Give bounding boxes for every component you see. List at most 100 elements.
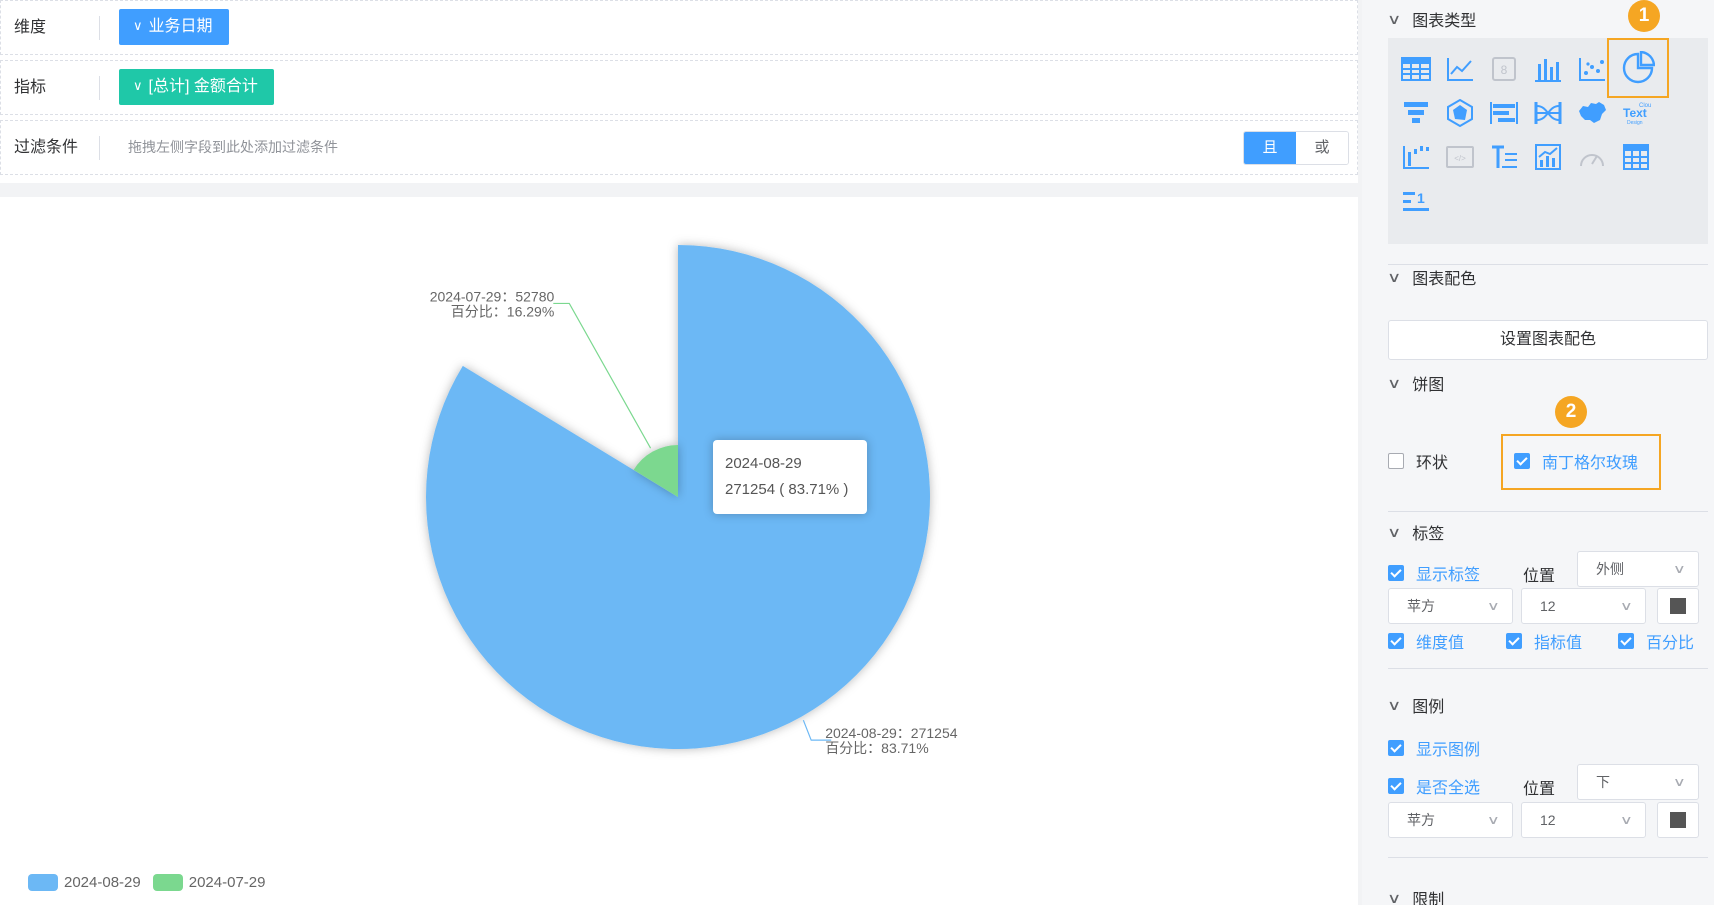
dimension-pill[interactable]: ∨ 业务日期 (119, 9, 229, 45)
chart-type-header[interactable]: ∨ 图表类型 (1387, 7, 1476, 31)
color-swatch (1670, 812, 1686, 828)
nightingale-rose-checkbox[interactable]: 南丁格尔玫瑰 (1514, 449, 1638, 473)
field-separator (99, 16, 100, 40)
bar-chart-icon[interactable] (1526, 47, 1570, 91)
chevron-down-icon: ∨ (1673, 562, 1687, 576)
svg-text:</>: </> (1454, 154, 1466, 163)
label-font-select[interactable]: 苹方 ∨ (1388, 588, 1513, 624)
metric-value-checkbox[interactable]: 指标值 (1506, 629, 1582, 653)
label-position-value: 外侧 (1596, 561, 1624, 577)
checkbox-box (1388, 453, 1404, 469)
chart-legend: 2024-08-29 2024-07-29 (28, 874, 277, 891)
area-icon[interactable] (1526, 135, 1570, 179)
filter-placeholder: 拖拽左侧字段到此处添加过滤条件 (128, 139, 338, 155)
limit-title: 限制 (1412, 892, 1445, 905)
pie-chart-icon[interactable] (1607, 38, 1669, 98)
chevron-down-icon: ∨ (1386, 268, 1402, 285)
step-badge-2: 2 (1555, 396, 1587, 428)
chevron-down-icon: ∨ (1487, 599, 1501, 613)
rose-label: 南丁格尔玫瑰 (1542, 455, 1639, 472)
map-icon[interactable] (1570, 91, 1614, 135)
label-size-select[interactable]: 12 ∨ (1521, 588, 1646, 624)
percent-label: 百分比 (1646, 635, 1695, 652)
legend-item[interactable]: 2024-08-29 (28, 874, 141, 891)
legend-header[interactable]: ∨ 图例 (1386, 693, 1445, 717)
pie-header[interactable]: ∨ 饼图 (1386, 371, 1444, 395)
pie-chart: 2024-08-29：271254百分比：83.71% 2024-07-29：52… (426, 245, 958, 756)
chevron-down-icon: ∨ (133, 18, 143, 33)
logic-toggle: 且 或 (1243, 131, 1349, 165)
dimension-label: 维度 (14, 19, 47, 36)
svg-text:Design: Design (1627, 120, 1643, 126)
metric-pill-text: [总计] 金额合计 (148, 78, 258, 95)
chart-color-title: 图表配色 (1412, 271, 1477, 288)
show-legend-checkbox[interactable]: 显示图例 (1388, 736, 1480, 760)
checkbox-box (1388, 565, 1404, 581)
svg-text:1: 1 (1417, 190, 1425, 206)
checkbox-box (1618, 633, 1634, 649)
show-legend-label: 显示图例 (1416, 742, 1481, 759)
section-divider (1388, 857, 1708, 858)
label-color-picker[interactable] (1657, 588, 1699, 624)
chevron-down-icon: ∨ (1620, 599, 1634, 613)
slice-label: 2024-08-29：271254 (825, 725, 958, 741)
label-header[interactable]: ∨ 标签 (1386, 520, 1445, 544)
chart-tooltip: 2024-08-29 271254 ( 83.71% ) (713, 440, 867, 514)
section-gap (0, 183, 1358, 197)
gauge-icon[interactable] (1570, 135, 1614, 179)
legend-title: 图例 (1412, 699, 1445, 716)
field-separator (99, 136, 100, 160)
checkbox-box (1388, 740, 1404, 756)
label-position-label: 位置 (1523, 568, 1556, 585)
legend-label: 2024-07-29 (188, 874, 266, 891)
label-title: 标签 (1412, 526, 1445, 543)
label-font-value: 苹方 (1407, 598, 1435, 614)
chart-color-header[interactable]: ∨ 图表配色 (1386, 265, 1477, 289)
legend-item[interactable]: 2024-07-29 (152, 874, 266, 891)
settings-panel: ∨ 图表类型 1 8 Clou Text Design </> 1 ∨ 图表配色… (1362, 0, 1714, 905)
legend-color-picker[interactable] (1657, 802, 1699, 838)
chevron-down-icon: ∨ (1386, 696, 1402, 713)
radar-icon[interactable] (1438, 91, 1482, 135)
ranking-icon[interactable]: 1 (1394, 179, 1438, 223)
sankey-icon[interactable] (1526, 91, 1570, 135)
chevron-down-icon: ∨ (1386, 889, 1402, 905)
line-chart-icon[interactable] (1438, 47, 1482, 91)
color-swatch (1670, 598, 1686, 614)
filter-row[interactable]: 过滤条件 拖拽左侧字段到此处添加过滤条件 且 或 (0, 120, 1358, 175)
and-button[interactable]: 且 (1244, 132, 1296, 164)
text-icon[interactable] (1482, 135, 1526, 179)
waterfall-icon[interactable] (1394, 135, 1438, 179)
gantt-icon[interactable] (1482, 91, 1526, 135)
chevron-down-icon: ∨ (1386, 374, 1402, 391)
table-icon[interactable] (1394, 47, 1438, 91)
slice-label: 百分比：16.29% (451, 303, 554, 319)
html-icon[interactable]: </> (1438, 135, 1482, 179)
kpi-icon[interactable]: 8 (1482, 47, 1526, 91)
legend-position-select[interactable]: 下 ∨ (1577, 764, 1699, 800)
or-button[interactable]: 或 (1296, 132, 1348, 164)
pivot-table-icon[interactable] (1614, 135, 1658, 179)
chevron-down-icon: ∨ (1386, 523, 1402, 540)
percent-checkbox[interactable]: 百分比 (1618, 629, 1694, 653)
chevron-down-icon: ∨ (1620, 813, 1634, 827)
limit-header[interactable]: ∨ 限制 (1386, 886, 1445, 905)
select-all-checkbox[interactable]: 是否全选 (1388, 774, 1480, 798)
ring-label: 环状 (1416, 455, 1449, 472)
set-chart-color-button[interactable]: 设置图表配色 (1388, 320, 1708, 360)
legend-size-select[interactable]: 12 ∨ (1521, 802, 1646, 838)
metric-pill[interactable]: ∨ [总计] 金额合计 (119, 69, 274, 105)
chevron-down-icon: ∨ (1673, 775, 1687, 789)
legend-font-select[interactable]: 苹方 ∨ (1388, 802, 1513, 838)
legend-position-label: 位置 (1523, 781, 1556, 798)
label-leader-line (553, 302, 652, 449)
funnel-icon[interactable] (1394, 91, 1438, 135)
ring-checkbox[interactable]: 环状 (1388, 449, 1448, 473)
show-label-checkbox[interactable]: 显示标签 (1388, 561, 1480, 585)
dim-value-checkbox[interactable]: 维度值 (1388, 629, 1464, 653)
label-position-select[interactable]: 外侧 ∨ (1577, 551, 1699, 587)
word-cloud-icon[interactable]: CloudTextDesign (1614, 91, 1658, 135)
checkbox-box (1388, 633, 1404, 649)
svg-text:8: 8 (1501, 63, 1508, 77)
checkbox-box (1514, 453, 1530, 469)
